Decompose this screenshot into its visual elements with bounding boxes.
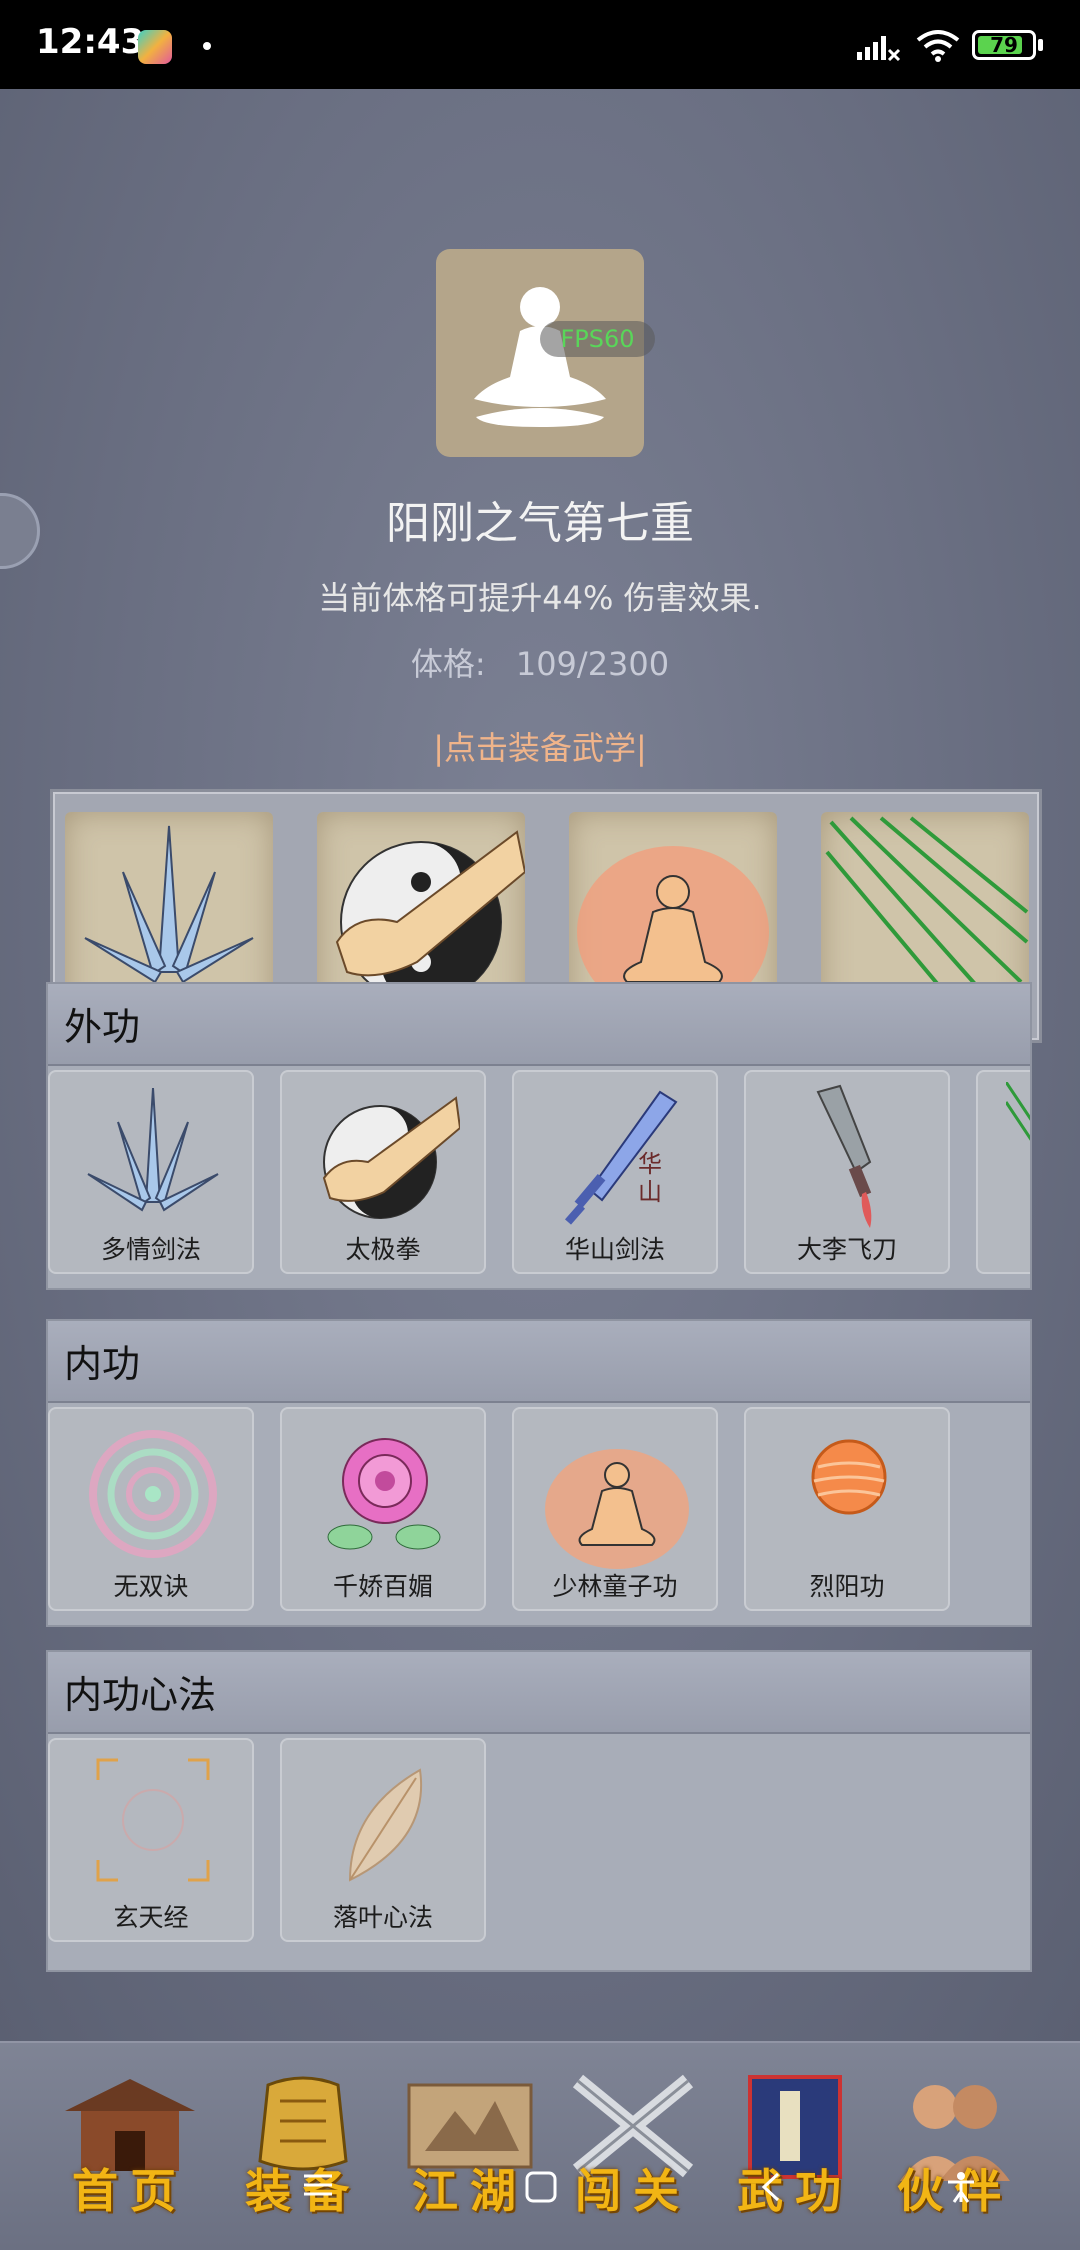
skill-card[interactable]: 落叶心法 — [280, 1738, 486, 1942]
spiral-icon — [89, 1430, 217, 1558]
accessibility-icon[interactable] — [944, 2170, 978, 2204]
stat-value: 109/2300 — [515, 645, 670, 683]
stat-label: 体格: — [410, 645, 486, 683]
skill-title: 阳刚之气第七重 — [386, 498, 694, 549]
skill-screen: FPS60 阳刚之气第七重 当前体格可提升44% 伤害效果. 体格: 109/2… — [0, 89, 1080, 2041]
signal-icon — [857, 36, 901, 62]
nav-challenge[interactable]: 闯关 — [558, 2071, 708, 2221]
notification-dot-icon — [203, 42, 211, 50]
skill-description: 当前体格可提升44% 伤害效果. — [318, 579, 762, 617]
method-skills-section: 内功心法 玄天经 落叶心法 — [46, 1650, 1032, 1972]
section-title: 内功心法 — [64, 1673, 217, 1717]
svg-text:华: 华 — [638, 1150, 662, 1178]
status-bar: 12:43 79 — [0, 0, 1080, 89]
sun-orb-icon — [811, 1439, 887, 1515]
external-skills-section: 外功 多情剑法 太极拳 华 山 华山剑法 大李飞刀 — [46, 982, 1032, 1290]
nav-jianghu[interactable]: 江湖 — [395, 2071, 545, 2221]
back-icon[interactable] — [754, 2170, 788, 2204]
bottom-navigation: 首页 装备 江湖 闯关 武功 伙伴 — [0, 2041, 1080, 2250]
sword-icon: 华 山 — [564, 1090, 678, 1225]
peony-flower-icon — [327, 1438, 441, 1550]
clock: 12:43 — [36, 22, 145, 62]
internal-skills-list[interactable]: 无双诀 千娇百媚 少林童子功 烈阳功 — [48, 1407, 1030, 1617]
bamboo-leaves-icon — [1006, 1082, 1030, 1141]
skill-card[interactable]: 太极拳 — [280, 1070, 486, 1274]
yin-yang-fist-icon — [322, 1096, 460, 1219]
falling-leaf-icon — [348, 1768, 423, 1882]
flying-knife-icon — [816, 1084, 872, 1228]
menu-icon[interactable] — [300, 2170, 336, 2200]
blades-icon — [87, 1087, 219, 1212]
monk-aura-icon — [545, 1449, 689, 1569]
section-title: 内功 — [64, 1342, 141, 1386]
equip-skill-link[interactable]: |点击装备武学| — [0, 723, 1080, 769]
section-title: 外功 — [64, 1005, 141, 1049]
skill-card[interactable]: 烈阳功 — [744, 1407, 950, 1611]
skill-card[interactable]: 千娇百媚 — [280, 1407, 486, 1611]
app-notification-icon — [138, 30, 172, 64]
skill-card[interactable]: 大李飞刀 — [744, 1070, 950, 1274]
external-skills-list[interactable]: 多情剑法 太极拳 华 山 华山剑法 大李飞刀 — [48, 1070, 1030, 1280]
skill-card[interactable]: 玄天经 — [48, 1738, 254, 1942]
constitution-stat: 体格: 109/2300 — [0, 639, 1080, 685]
skill-card[interactable]: 无双诀 — [48, 1407, 254, 1611]
section-header: 外功 — [48, 984, 1030, 1066]
fps-counter: FPS60 — [540, 321, 655, 357]
skill-card[interactable]: 华 山 华山剑法 — [512, 1070, 718, 1274]
section-header: 内功心法 — [48, 1652, 1030, 1734]
battery-level: 79 — [990, 33, 1018, 57]
skill-card[interactable]: 少林童子功 — [512, 1407, 718, 1611]
nav-home[interactable]: 首页 — [55, 2071, 205, 2221]
home-icon[interactable] — [524, 2170, 558, 2204]
wifi-icon — [916, 30, 960, 62]
nav-martial-arts[interactable]: 武功 — [720, 2071, 870, 2221]
svg-text:山: 山 — [638, 1178, 662, 1206]
internal-skills-section: 内功 无双诀 千娇百媚 少林童子功 烈阳功 — [46, 1319, 1032, 1627]
skill-card[interactable]: 多情剑法 — [48, 1070, 254, 1274]
skill-card-partial[interactable] — [976, 1070, 1030, 1274]
mystic-scroll-icon — [96, 1758, 210, 1882]
section-header: 内功 — [48, 1321, 1030, 1403]
method-skills-list[interactable]: 玄天经 落叶心法 — [48, 1738, 1030, 1964]
battery-icon: 79 — [972, 30, 1036, 60]
